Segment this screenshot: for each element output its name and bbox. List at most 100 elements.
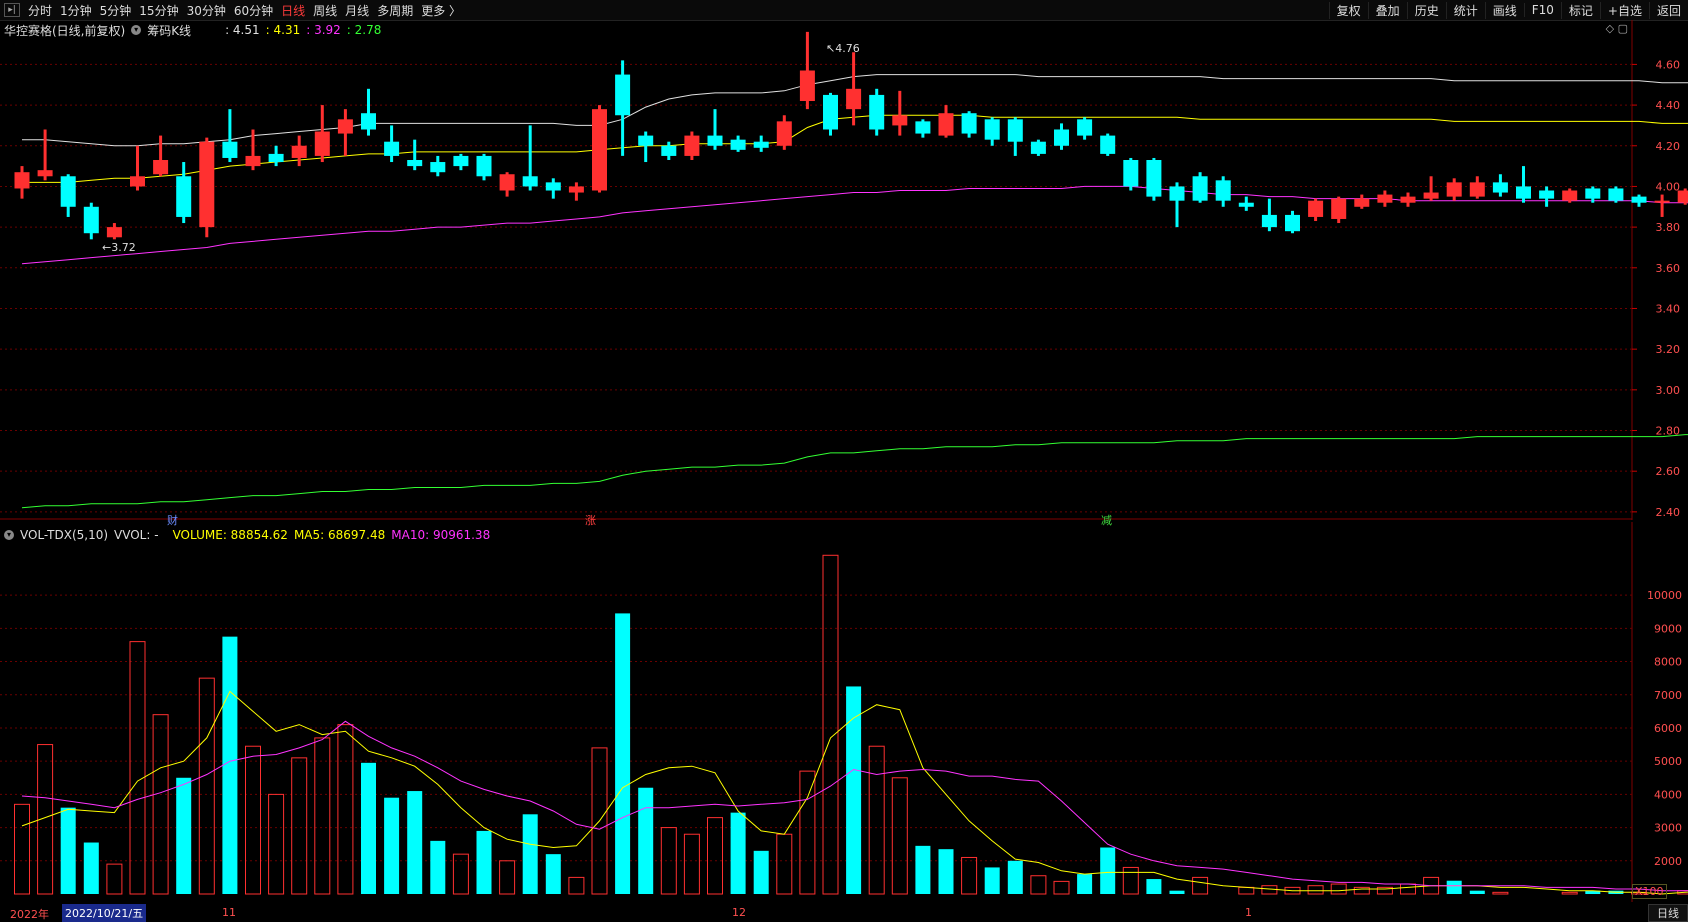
candle-body xyxy=(291,145,307,158)
candle-body xyxy=(83,206,99,234)
volume-bar xyxy=(106,863,123,895)
period-tag[interactable]: 日线 xyxy=(1648,904,1688,922)
candle xyxy=(1423,176,1439,201)
candle-body xyxy=(130,176,145,187)
candle-body xyxy=(1007,119,1023,142)
period-tab-8[interactable]: 月线 xyxy=(341,2,373,19)
candle xyxy=(869,88,885,136)
price-tick-label: 4.00 xyxy=(1656,180,1681,193)
candle xyxy=(799,31,815,110)
tool-button-8[interactable]: 返回 xyxy=(1648,1,1688,19)
toolbar-toggle-icon[interactable]: ▸| xyxy=(4,3,20,17)
price-tick-label: 3.60 xyxy=(1656,262,1681,275)
volume-bar xyxy=(938,849,954,894)
period-tab-3[interactable]: 15分钟 xyxy=(135,2,182,19)
candle-body xyxy=(1446,182,1462,197)
volume-bar xyxy=(129,641,146,895)
candle xyxy=(1238,196,1254,211)
candle-body xyxy=(753,141,769,148)
price-tick-label: 3.40 xyxy=(1656,302,1681,315)
price-tick-label: 4.40 xyxy=(1656,99,1681,112)
candle-body xyxy=(1146,160,1162,197)
candle-body xyxy=(1585,188,1601,199)
period-tab-6[interactable]: 日线 xyxy=(277,2,309,19)
candle-body xyxy=(592,109,607,191)
period-tab-10[interactable]: 更多 〉 xyxy=(417,2,465,19)
candle xyxy=(176,162,192,224)
candle-body xyxy=(476,155,492,177)
volume-bar xyxy=(1353,886,1370,895)
price-tick-label: 4.20 xyxy=(1656,140,1681,153)
candle xyxy=(1400,192,1416,207)
volume-bar xyxy=(152,714,169,895)
candle-body xyxy=(846,88,862,110)
volume-bar xyxy=(984,867,1000,894)
tool-button-2[interactable]: 历史 xyxy=(1406,1,1446,19)
candle xyxy=(1654,194,1670,217)
volume-bar xyxy=(1100,847,1116,894)
period-tab-9[interactable]: 多周期 xyxy=(373,2,417,19)
candle xyxy=(892,90,908,136)
tool-button-0[interactable]: 复权 xyxy=(1328,1,1368,19)
volume-bar xyxy=(1007,860,1023,894)
tool-button-3[interactable]: 统计 xyxy=(1445,1,1485,19)
volume-tick-label: 10000 xyxy=(1647,589,1682,602)
period-tab-4[interactable]: 30分钟 xyxy=(183,2,230,19)
candle xyxy=(823,92,838,136)
candle-body xyxy=(730,139,746,150)
period-tab-5[interactable]: 60分钟 xyxy=(230,2,277,19)
tool-button-1[interactable]: 叠加 xyxy=(1367,1,1407,19)
candle xyxy=(1077,117,1093,140)
candle xyxy=(222,109,238,163)
candle xyxy=(684,131,700,160)
period-tab-1[interactable]: 1分钟 xyxy=(56,2,96,19)
tool-button-6[interactable]: 标记 xyxy=(1560,1,1600,19)
candle-body xyxy=(869,94,885,130)
candle-body xyxy=(1377,194,1393,203)
volume-bar xyxy=(683,833,700,895)
candle xyxy=(776,115,792,150)
candle xyxy=(453,153,469,171)
tool-button-7[interactable]: +自选 xyxy=(1599,1,1649,19)
candle-body xyxy=(1077,119,1093,136)
candle xyxy=(384,125,400,163)
candle-body xyxy=(222,141,238,158)
volume-bar xyxy=(1561,891,1578,895)
volume-bar xyxy=(361,762,376,894)
period-tab-2[interactable]: 5分钟 xyxy=(96,2,136,19)
candle-body xyxy=(776,121,792,146)
candle xyxy=(961,111,977,138)
candle xyxy=(361,88,376,136)
volume-bar xyxy=(522,814,538,894)
candle-body xyxy=(661,145,677,156)
candle-body xyxy=(1331,198,1347,219)
candle-body xyxy=(1677,190,1688,203)
price-tick-label: 3.00 xyxy=(1656,384,1681,397)
volume-bar xyxy=(799,770,816,895)
tool-button-4[interactable]: 画线 xyxy=(1484,1,1524,19)
volume-bar xyxy=(753,850,769,894)
volume-bar xyxy=(452,853,469,895)
candle xyxy=(846,52,862,126)
candle-body xyxy=(1354,198,1370,207)
volume-bar xyxy=(176,777,192,894)
volume-bar xyxy=(730,812,746,894)
volume-chart: 2000 3000 4000 5000 6000 7000 8000 9000 10000 xyxy=(0,522,1688,902)
volume-bar xyxy=(638,787,654,894)
candle xyxy=(592,105,607,193)
candle xyxy=(568,182,584,201)
volume-unit-label: X100 xyxy=(1632,884,1667,899)
volume-bar xyxy=(1330,883,1347,895)
period-tab-7[interactable]: 周线 xyxy=(309,2,341,19)
candle xyxy=(1123,157,1139,191)
period-tab-0[interactable]: 分时 xyxy=(24,2,56,19)
tool-button-5[interactable]: F10 xyxy=(1523,3,1561,17)
peak-low-label: ←3.72 xyxy=(102,241,136,254)
candle-body xyxy=(153,160,169,175)
volume-bar xyxy=(384,797,400,894)
candle-body xyxy=(892,115,908,126)
candle xyxy=(291,135,307,167)
candle xyxy=(476,153,492,181)
candle-body xyxy=(1238,202,1254,207)
volume-bar xyxy=(1146,879,1162,894)
